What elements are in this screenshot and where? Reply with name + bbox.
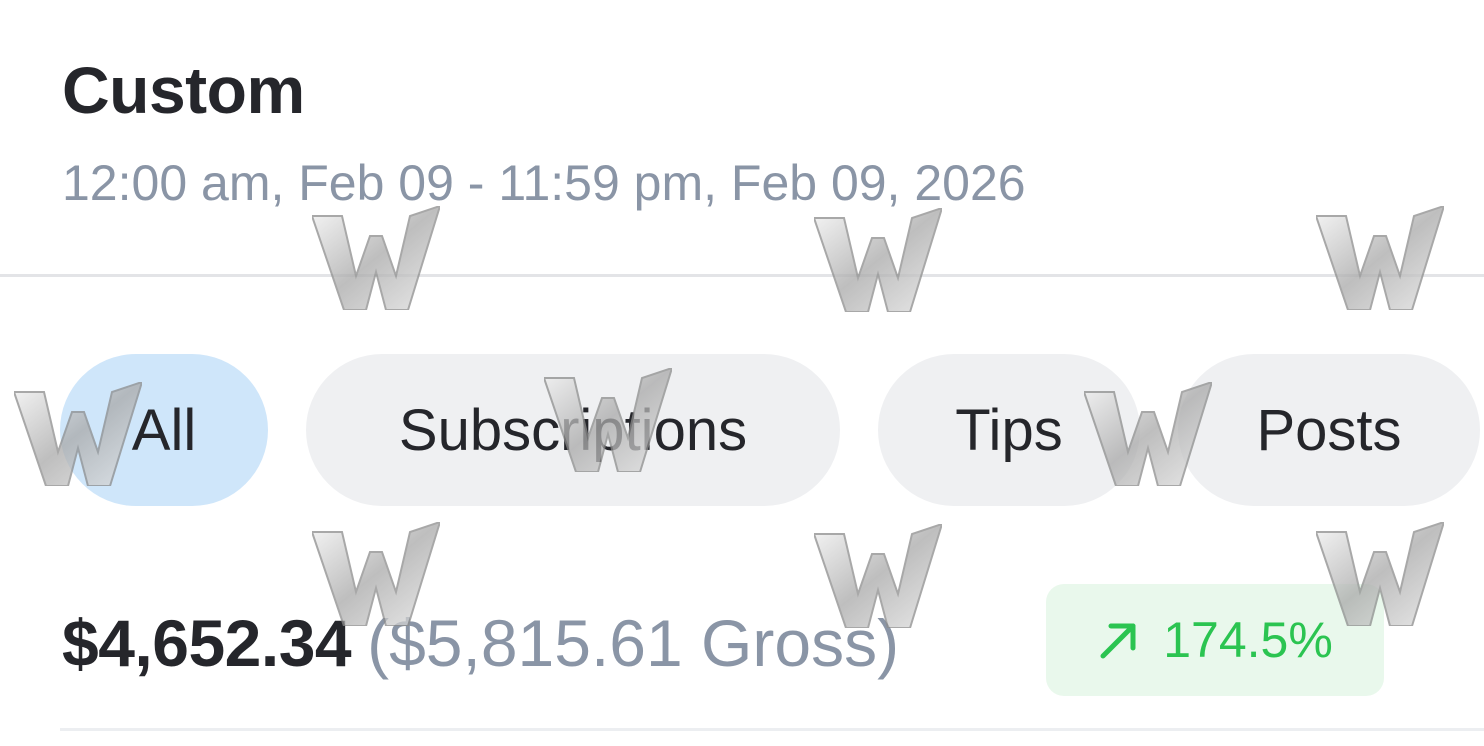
w-watermark-icon [814, 208, 942, 312]
page-title: Custom [62, 53, 305, 127]
change-percent: 174.5% [1163, 612, 1333, 668]
w-watermark-icon [1316, 206, 1444, 310]
filter-tabs: All Subscriptions Tips Posts [0, 354, 1484, 506]
tab-tips[interactable]: Tips [878, 354, 1140, 506]
divider-bottom [60, 728, 1484, 731]
net-amount: $4,652.34 [62, 606, 352, 680]
arrow-up-right-icon [1097, 618, 1141, 662]
tab-subscriptions[interactable]: Subscriptions [306, 354, 840, 506]
tab-all[interactable]: All [60, 354, 268, 506]
earnings-panel: Custom 12:00 am, Feb 09 - 11:59 pm, Feb … [0, 0, 1484, 746]
earnings-summary: $4,652.34 ($5,815.61 Gross) [62, 595, 899, 691]
date-range[interactable]: 12:00 am, Feb 09 - 11:59 pm, Feb 09, 202… [62, 154, 1026, 212]
change-badge: 174.5% [1046, 584, 1384, 696]
gross-amount: ($5,815.61 Gross) [367, 606, 900, 680]
divider [0, 274, 1484, 277]
tab-posts[interactable]: Posts [1178, 354, 1480, 506]
w-watermark-icon [312, 206, 440, 310]
